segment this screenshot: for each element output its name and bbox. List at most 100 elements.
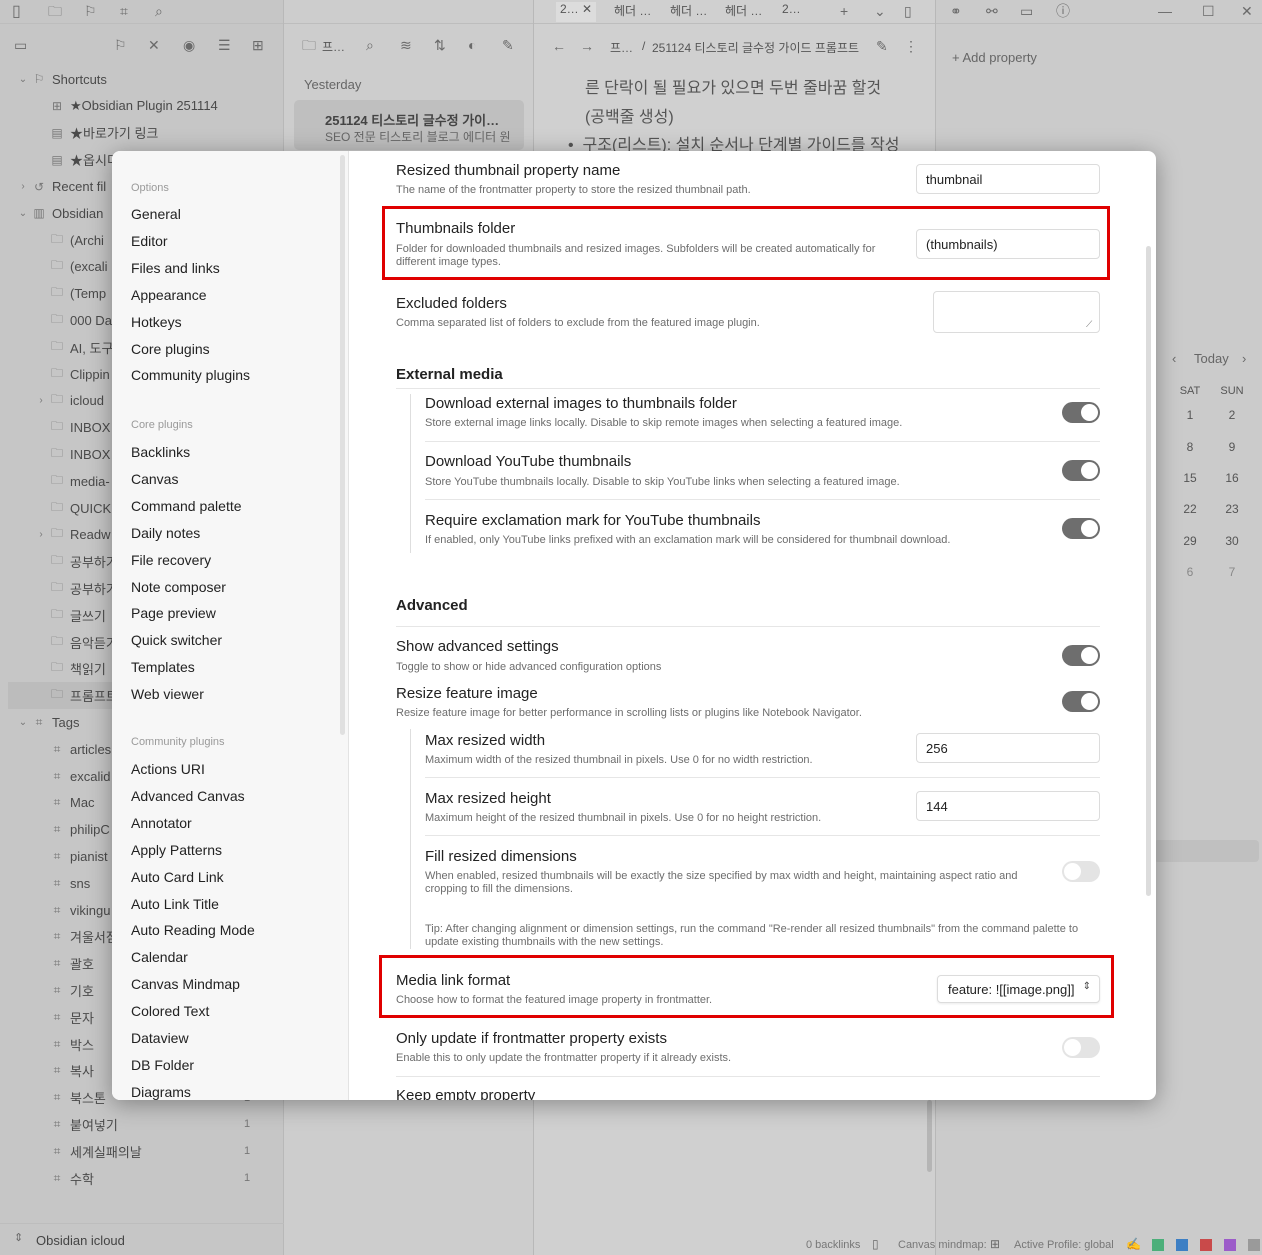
chevron-down-icon[interactable]: ⌄ <box>874 4 886 18</box>
color-swatch[interactable] <box>1200 1239 1212 1251</box>
nav-item[interactable]: Note composer <box>131 579 226 595</box>
nav-item[interactable]: Quick switcher <box>131 632 222 648</box>
calendar-day[interactable]: 9 <box>1217 440 1247 454</box>
nav-item[interactable]: Apply Patterns <box>131 842 222 858</box>
tag-icon[interactable]: ⌗ <box>120 4 128 18</box>
nav-scrollbar[interactable] <box>340 155 345 735</box>
brush-icon[interactable]: ✍ <box>1126 1238 1141 1250</box>
forward-arrow-icon[interactable]: → <box>580 39 594 53</box>
calendar-day[interactable]: 6 <box>1175 565 1205 579</box>
tab[interactable]: 헤더 … <box>614 2 651 22</box>
tree-shortcuts[interactable]: ⌄ ⚐ Shortcuts <box>0 66 284 93</box>
folder-icon[interactable]: 🗀 <box>48 4 62 18</box>
nav-item[interactable]: Files and links <box>131 260 220 276</box>
shuffle-icon[interactable]: ✕ <box>148 38 160 52</box>
color-swatch[interactable] <box>1176 1239 1188 1251</box>
nav-item[interactable]: Actions URI <box>131 761 205 777</box>
sort-icon[interactable]: ⇅ <box>434 38 446 52</box>
calendar-day[interactable]: 7 <box>1217 565 1247 579</box>
calendar-day[interactable]: 15 <box>1175 471 1205 485</box>
nav-item[interactable]: Dataview <box>131 1030 189 1046</box>
maximize-icon[interactable]: ☐ <box>1202 4 1215 18</box>
tag-item[interactable]: ⌗ 세계실패의날 1 <box>0 1138 284 1165</box>
editor-scrollbar[interactable] <box>927 1100 932 1172</box>
edit-icon[interactable]: ✎ <box>876 39 888 53</box>
thumbnails-folder-input[interactable]: (thumbnails) <box>916 229 1100 259</box>
shortcut-item[interactable]: ▤ ★바로가기 링크 <box>0 120 284 147</box>
calendar-day[interactable]: 30 <box>1217 534 1247 548</box>
tag-item[interactable]: ⌗ 수학 1 <box>0 1165 284 1192</box>
nav-item[interactable]: Core plugins <box>131 341 210 357</box>
max-width-input[interactable]: 256 <box>916 733 1100 763</box>
nav-item[interactable]: Auto Reading Mode <box>131 922 255 938</box>
calendar-day[interactable]: 22 <box>1175 502 1205 516</box>
sidebar-toggle-icon[interactable]: ▯ <box>12 4 21 20</box>
calendar-day[interactable]: 8 <box>1175 440 1205 454</box>
search-icon[interactable]: ⌕ <box>155 4 163 18</box>
download-external-toggle[interactable] <box>1062 402 1100 423</box>
color-swatch[interactable] <box>1224 1239 1236 1251</box>
shortcut-item[interactable]: ⊞ ★Obsidian Plugin 251114 <box>0 93 284 120</box>
close-icon[interactable]: ✕ <box>582 2 592 16</box>
tab[interactable]: 헤더 … <box>725 2 762 22</box>
bookmark-icon[interactable]: ⚐ <box>114 38 127 52</box>
selected-row[interactable] <box>1154 840 1259 862</box>
list-icon[interactable]: ☰ <box>218 38 231 52</box>
new-tab-icon[interactable]: + <box>840 4 848 18</box>
nav-item[interactable]: Auto Card Link <box>131 869 224 885</box>
color-swatch[interactable] <box>1152 1239 1164 1251</box>
nav-item[interactable]: General <box>131 206 181 222</box>
nav-item[interactable]: Editor <box>131 233 168 249</box>
excluded-folders-textarea[interactable] <box>933 291 1100 333</box>
note-card[interactable]: 251124 티스토리 글수정 가이… SEO 전문 티스토리 블로그 에디터 … <box>294 100 524 150</box>
calendar-day[interactable]: 1 <box>1175 408 1205 422</box>
content-scrollbar[interactable] <box>1146 246 1151 896</box>
tab-active[interactable]: 2… ✕ <box>556 2 597 22</box>
calendar-day[interactable]: 29 <box>1175 534 1205 548</box>
only-update-toggle[interactable] <box>1062 1037 1100 1058</box>
media-link-format-select[interactable]: feature: ![[image.png]] ⇕ <box>937 975 1100 1003</box>
tag-item[interactable]: ⌗ 붙여넣기 1 <box>0 1111 284 1138</box>
nav-item[interactable]: Diagrams <box>131 1084 191 1100</box>
color-swatch[interactable] <box>1248 1239 1260 1251</box>
backlinks-count[interactable]: 0 backlinks <box>806 1239 860 1251</box>
nav-item[interactable]: Command palette <box>131 498 242 514</box>
archive-icon[interactable]: ▭ <box>1020 4 1033 18</box>
resize-handle-icon[interactable]: ⟋ <box>1086 319 1092 330</box>
close-icon[interactable]: ✕ <box>1241 4 1253 18</box>
show-advanced-toggle[interactable] <box>1062 645 1100 666</box>
more-icon[interactable]: ⋮ <box>904 39 918 53</box>
nav-item[interactable]: Hotkeys <box>131 314 182 330</box>
nav-item[interactable]: DB Folder <box>131 1057 194 1073</box>
nav-item[interactable]: Page preview <box>131 605 216 621</box>
calendar-day[interactable]: 23 <box>1217 502 1247 516</box>
add-property-button[interactable]: + Add property <box>952 50 1037 65</box>
palette-icon[interactable]: ◐ <box>468 38 476 52</box>
nav-item[interactable]: Calendar <box>131 949 188 965</box>
chevron-left-icon[interactable]: ‹ <box>1172 352 1176 365</box>
nav-item[interactable]: Community plugins <box>131 367 250 383</box>
bookmark-icon[interactable]: ⚐ <box>84 4 97 18</box>
minimize-icon[interactable]: — <box>1158 4 1172 18</box>
sidebar-right-icon[interactable]: ▯ <box>904 4 912 18</box>
chevron-right-icon[interactable]: › <box>1242 352 1246 365</box>
nav-item[interactable]: Appearance <box>131 287 207 303</box>
new-note-icon[interactable]: ✎ <box>502 38 514 52</box>
nav-item[interactable]: Templates <box>131 659 195 675</box>
calendar-day[interactable]: 2 <box>1217 408 1247 422</box>
link-icon[interactable]: ⚭ <box>950 4 962 18</box>
vault-switcher[interactable]: ⇕ Obsidian icloud ? ⚙ <box>0 1223 517 1255</box>
require-exclamation-toggle[interactable] <box>1062 518 1100 539</box>
nav-item[interactable]: Web viewer <box>131 686 204 702</box>
resize-feature-toggle[interactable] <box>1062 691 1100 712</box>
calendar-day[interactable]: 16 <box>1217 471 1247 485</box>
nav-item[interactable]: Canvas <box>131 471 178 487</box>
info-icon[interactable]: ⓘ <box>1056 4 1070 18</box>
today-button[interactable]: Today <box>1194 351 1229 366</box>
eye-icon[interactable]: ◉ <box>183 38 195 52</box>
tab[interactable]: 헤더 … <box>670 2 707 22</box>
tab[interactable]: 2… <box>782 2 801 22</box>
new-folder-icon[interactable]: ⊞ <box>252 38 264 52</box>
search-icon[interactable]: ⌕ <box>366 38 374 52</box>
outgoing-link-icon[interactable]: ⚯ <box>986 4 998 18</box>
